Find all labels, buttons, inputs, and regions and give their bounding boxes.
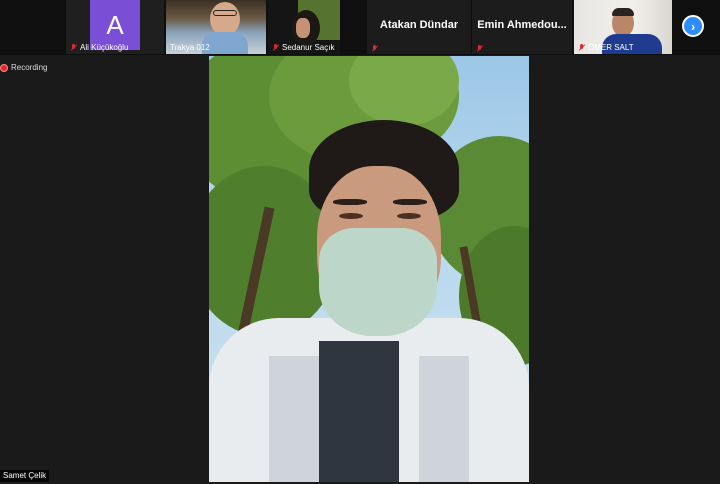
participant-mic-status	[371, 45, 378, 52]
recording-indicator[interactable]: Recording	[0, 63, 47, 72]
mic-muted-icon	[70, 44, 77, 51]
participant-strip: A Ali Küçükoğlu Trakya 012 Sedanur Saçık…	[0, 0, 720, 55]
participant-tile-sedanur[interactable]: Sedanur Saçık	[268, 0, 340, 54]
next-page-button[interactable]: ›	[682, 15, 704, 37]
mic-muted-icon	[371, 45, 378, 52]
participant-name: Ali Küçükoğlu	[70, 43, 128, 52]
participant-mic-status	[476, 45, 483, 52]
participant-name: Sedanur Saçık	[272, 43, 334, 52]
participant-display-name: Atakan Dündar	[379, 19, 459, 31]
chevron-right-icon: ›	[690, 18, 696, 34]
mic-muted-icon	[476, 45, 483, 52]
participant-tile-atakan[interactable]: Atakan Dündar	[367, 0, 471, 54]
participant-tile-omer[interactable]: ÖMER SALT	[574, 0, 672, 54]
participant-name: Trakya 012	[170, 43, 210, 52]
mic-muted-icon	[272, 44, 279, 51]
participant-tile-ali[interactable]: A Ali Küçükoğlu	[66, 0, 164, 54]
record-dot-icon	[0, 63, 8, 72]
participant-tile-trakya[interactable]: Trakya 012	[166, 0, 266, 54]
participant-tile-emin[interactable]: Emin Ahmedou...	[472, 0, 572, 54]
active-speaker-name: Samet Çelik	[0, 470, 50, 482]
face-mask	[319, 228, 437, 336]
active-speaker-video	[209, 56, 529, 482]
mic-muted-icon	[578, 44, 585, 51]
participant-name: ÖMER SALT	[578, 43, 634, 52]
participant-display-name: Emin Ahmedou...	[477, 19, 567, 31]
